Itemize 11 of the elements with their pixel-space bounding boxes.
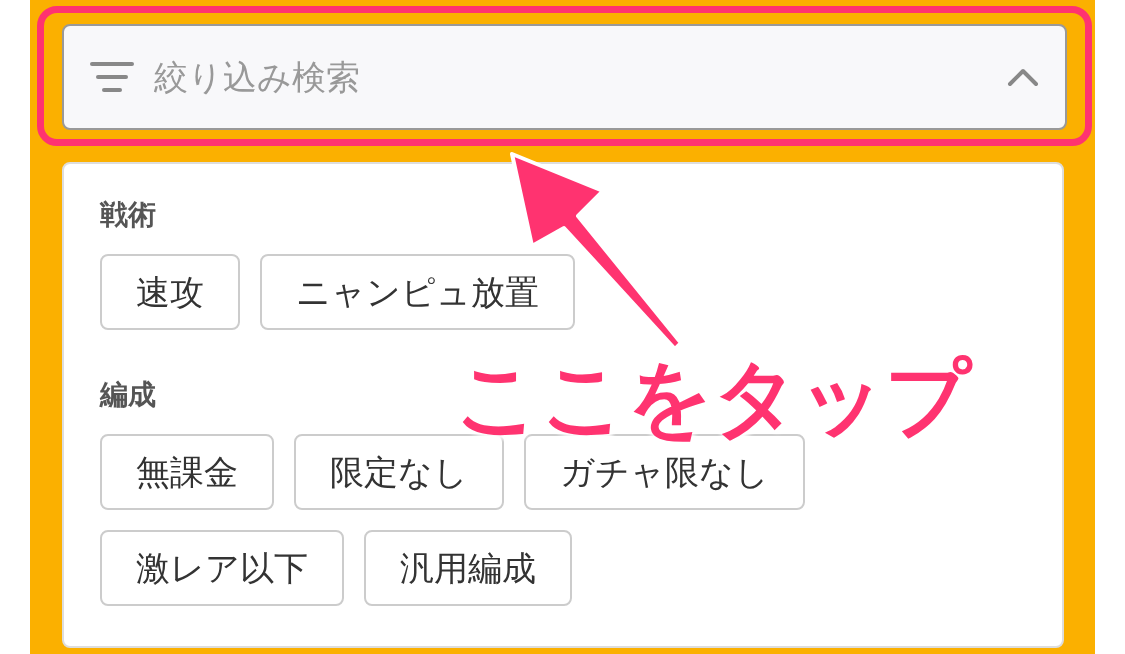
caret-icon [1007,67,1039,87]
search-bar[interactable]: 絞り込み検索 [62,24,1067,130]
filter-tag[interactable]: 激レア以下 [100,530,344,606]
filter-icon [90,60,134,94]
filter-tag[interactable]: 汎用編成 [364,530,572,606]
section-title: 編成 [100,377,156,413]
search-input[interactable]: 絞り込み検索 [152,50,989,104]
filter-tag[interactable]: 無課金 [100,434,274,510]
section-title: 戦術 [100,197,156,233]
filter-tag[interactable]: 速攻 [100,254,240,330]
filter-tag[interactable]: ニャンピュ放置 [260,254,575,330]
